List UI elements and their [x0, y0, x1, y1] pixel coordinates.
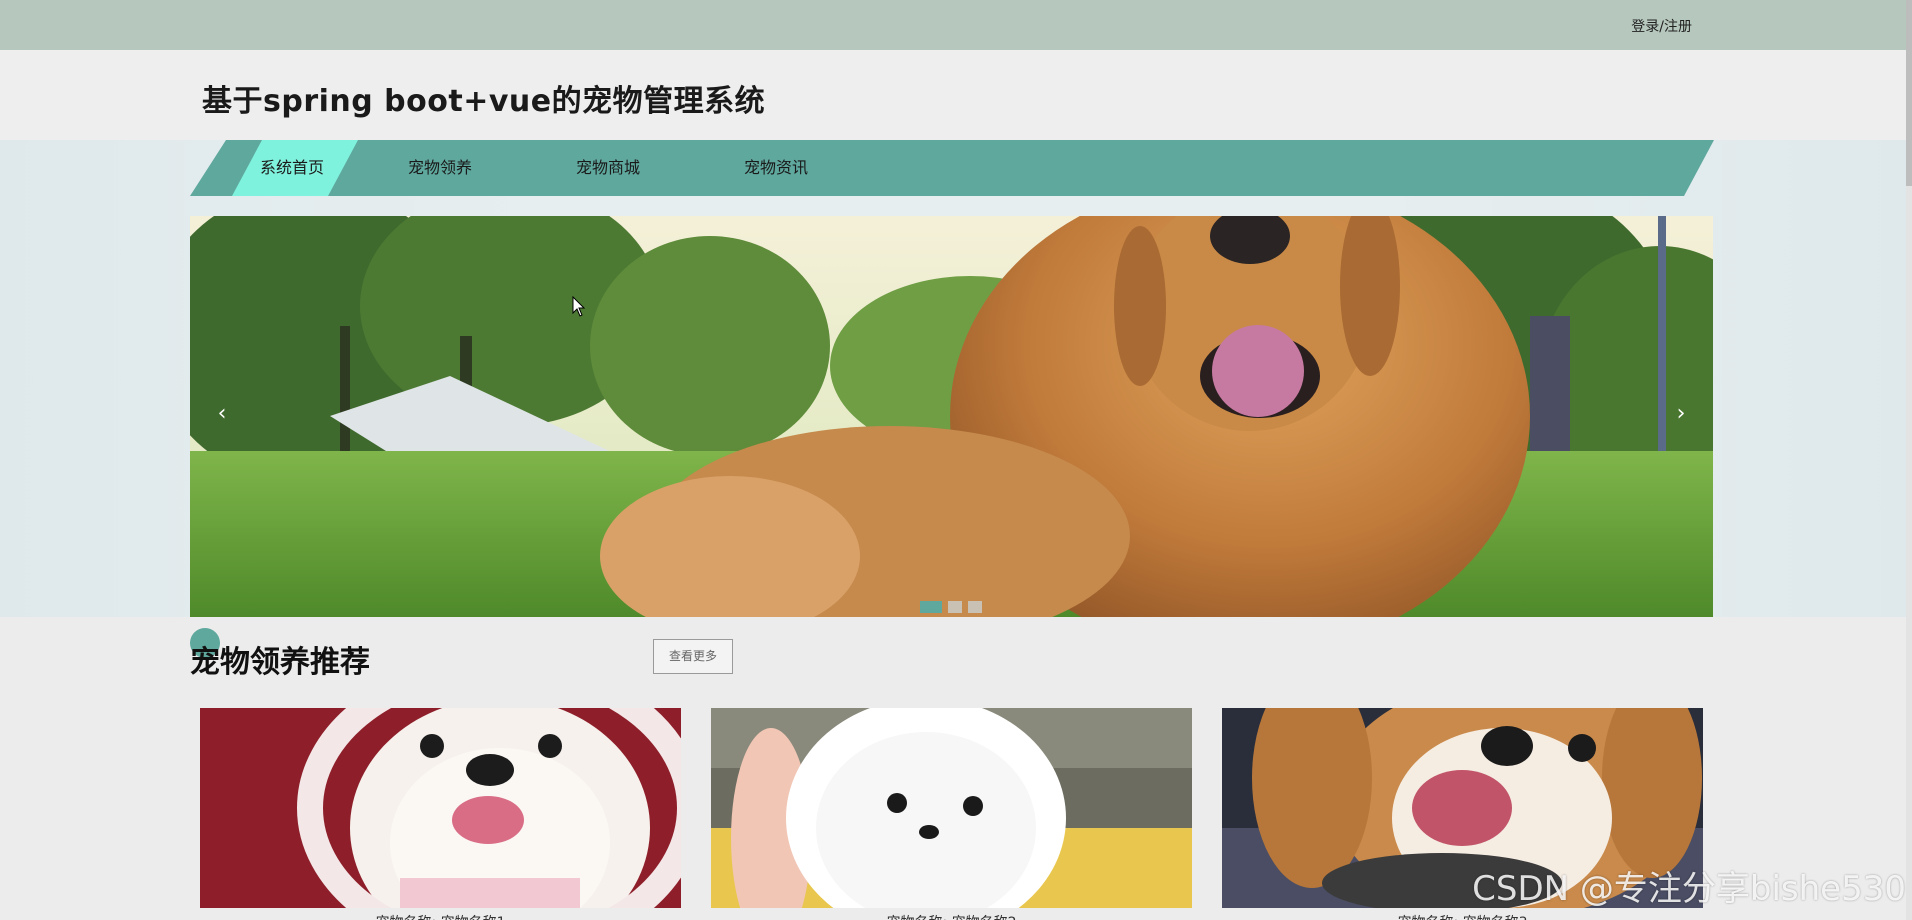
- site-header: 基于spring boot+vue的宠物管理系统: [0, 50, 1906, 140]
- top-bar: 登录/注册: [0, 0, 1906, 50]
- adoption-section-header: 宠物领养推荐 查看更多: [190, 626, 750, 680]
- scrollbar-thumb[interactable]: [1906, 0, 1912, 186]
- pet-card-image: [200, 708, 681, 908]
- pet-card[interactable]: 宠物名称: 宠物名称1: [200, 708, 681, 920]
- nav-item-pet-adoption[interactable]: 宠物领养: [408, 140, 472, 196]
- view-more-button[interactable]: 查看更多: [653, 639, 733, 674]
- mouse-cursor-icon: [572, 296, 586, 317]
- site-title: 基于spring boot+vue的宠物管理系统: [202, 84, 766, 119]
- carousel-indicator[interactable]: [948, 601, 962, 613]
- nav-item-pet-shop[interactable]: 宠物商城: [576, 140, 640, 196]
- nav-item-home[interactable]: 系统首页: [260, 140, 324, 196]
- carousel-slide-image: [190, 216, 1713, 617]
- pet-card-caption: 宠物名称: 宠物名称3: [1222, 912, 1703, 920]
- hero-carousel[interactable]: ‹ ›: [190, 216, 1713, 617]
- pet-card[interactable]: 宠物名称: 宠物名称2: [711, 708, 1192, 920]
- carousel-prev-icon[interactable]: ‹: [204, 396, 240, 432]
- section-title: 宠物领养推荐: [190, 645, 370, 680]
- carousel-indicators: [920, 601, 988, 613]
- login-register-link[interactable]: 登录/注册: [1631, 16, 1692, 36]
- page-scrollbar[interactable]: [1906, 0, 1912, 920]
- pet-card-caption: 宠物名称: 宠物名称1: [200, 912, 681, 920]
- nav-item-pet-news[interactable]: 宠物资讯: [744, 140, 808, 196]
- carousel-next-icon[interactable]: ›: [1663, 396, 1699, 432]
- carousel-indicator[interactable]: [968, 601, 982, 613]
- csdn-watermark: CSDN @专注分享bishe530: [1472, 869, 1906, 909]
- carousel-indicator[interactable]: [920, 601, 942, 613]
- pet-card-image: [711, 708, 1192, 908]
- main-nav: 系统首页 宠物领养 宠物商城 宠物资讯: [190, 140, 1714, 196]
- pet-card-caption: 宠物名称: 宠物名称2: [711, 912, 1192, 920]
